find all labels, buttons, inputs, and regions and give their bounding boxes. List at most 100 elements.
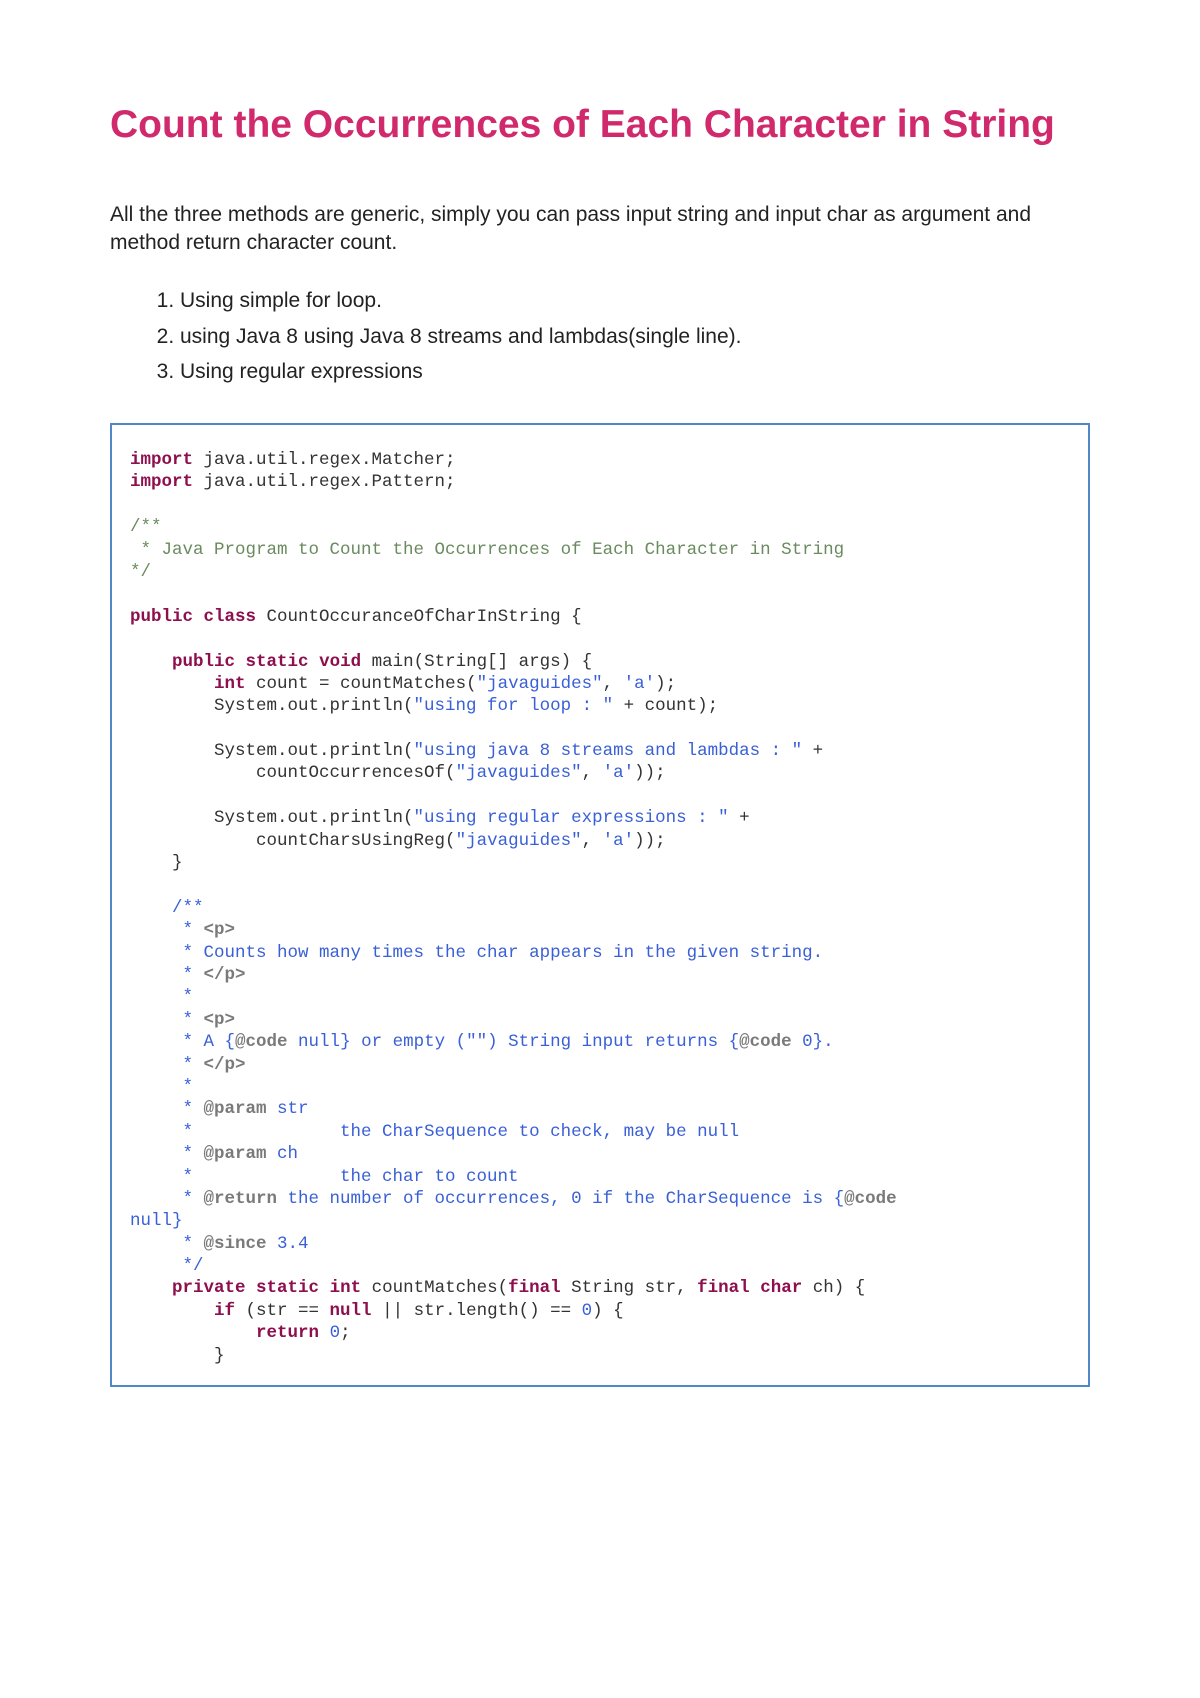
code-text: countOccurrencesOf( [130,763,456,783]
list-item: Using regular expressions [180,356,1090,389]
code-keyword: int [330,1278,362,1298]
code-keyword: import [130,450,193,470]
code-text: , [582,763,603,783]
code-javadoc: the number of occurrences, 0 if the Char… [277,1189,844,1209]
code-comment: /** [130,517,162,537]
code-keyword: static [256,1278,319,1298]
code-annotation: @param [204,1099,267,1119]
code-text: || str.length() == [372,1301,582,1321]
code-javadoc: * [130,920,204,940]
code-keyword: void [319,652,361,672]
code-javadoc: * [130,1099,204,1119]
code-javadoc: * the char to count [130,1167,519,1187]
code-text: , [603,674,624,694]
code-type: String [424,652,487,672]
code-text: ; [340,1323,351,1343]
code-text: )); [634,831,666,851]
code-string: "javaguides" [477,674,603,694]
code-annotation: @code [235,1032,288,1052]
code-javadoc: str [267,1099,309,1119]
code-string: "javaguides" [456,763,582,783]
code-javadoc: null [288,1032,341,1052]
code-javadoc: * [130,1077,193,1097]
code-keyword: char [750,1278,803,1298]
code-annotation: @return [204,1189,278,1209]
code-javadoc: * [130,1144,204,1164]
code-keyword: int [214,674,246,694]
code-text: String [561,1278,635,1298]
code-text: } [130,1346,225,1366]
code-keyword: class [204,607,257,627]
code-text: )); [634,763,666,783]
code-string: "using regular expressions : " [414,808,729,828]
code-text: System.out.println( [130,808,414,828]
code-block: import java.util.regex.Matcher; import j… [110,423,1090,1387]
code-javadoc: * [130,987,193,1007]
code-string: "using java 8 streams and lambdas : " [414,741,803,761]
code-javadoc: null} [130,1211,183,1231]
page-title: Count the Occurrences of Each Character … [110,100,1090,151]
code-keyword: import [130,472,193,492]
code-comment: */ [130,562,151,582]
code-text: ); [655,674,676,694]
code-text: + [729,808,750,828]
code-keyword: return [256,1323,319,1343]
code-string: "javaguides" [456,831,582,851]
code-tag: <p> [204,920,236,940]
code-annotation: @param [204,1144,267,1164]
document-page: Count the Occurrences of Each Character … [0,0,1200,1698]
code-keyword: if [214,1301,235,1321]
code-javadoc: * [130,1010,204,1030]
code-comment: * Java Program to Count the Occurrences … [130,540,844,560]
code-literal: 0 [582,1301,593,1321]
code-text: } [130,853,183,873]
code-text: CountOccuranceOfCharInString { [256,607,582,627]
code-keyword: public [130,607,193,627]
code-text: countCharsUsingReg( [130,831,456,851]
code-tag: <p> [204,1010,236,1030]
code-annotation: @since [204,1234,267,1254]
code-javadoc: * [130,1189,204,1209]
code-javadoc: /** [130,898,204,918]
code-javadoc: * A { [130,1032,235,1052]
code-javadoc: ch [267,1144,299,1164]
code-text: countMatches( [361,1278,508,1298]
code-keyword: public [172,652,235,672]
code-string: "using for loop : " [414,696,614,716]
code-text [319,1323,330,1343]
code-text: ch) { [802,1278,865,1298]
code-javadoc: * [130,1055,204,1075]
code-literal: 0 [330,1323,341,1343]
intro-paragraph: All the three methods are generic, simpl… [110,201,1090,258]
code-javadoc: * the CharSequence to check, may be null [130,1122,739,1142]
code-text: str, [634,1278,697,1298]
code-keyword: null [330,1301,372,1321]
code-javadoc: * Counts how many times the char appears… [130,943,823,963]
code-javadoc: 0 [792,1032,813,1052]
code-keyword: final [697,1278,750,1298]
code-javadoc: 3.4 [267,1234,309,1254]
code-text: java.util.regex.Matcher; [193,450,456,470]
code-keyword: final [508,1278,561,1298]
code-javadoc: */ [130,1256,204,1276]
code-text: [] args) { [487,652,592,672]
code-text: + count); [613,696,718,716]
code-tag: </p> [204,1055,246,1075]
code-annotation: @code [844,1189,897,1209]
code-text: main( [361,652,424,672]
code-text: count = countMatches( [246,674,477,694]
code-text: (str == [235,1301,330,1321]
code-javadoc: } or empty ("") String input returns { [340,1032,739,1052]
code-javadoc: * [130,965,204,985]
code-text: System.out.println( [130,696,414,716]
code-text: , [582,831,603,851]
list-item: Using simple for loop. [180,285,1090,318]
code-keyword: static [246,652,309,672]
code-keyword: private [172,1278,246,1298]
code-annotation: @code [739,1032,792,1052]
code-string: 'a' [624,674,656,694]
code-text: System.out.println( [130,741,414,761]
code-string: 'a' [603,831,635,851]
code-javadoc: }. [813,1032,834,1052]
code-text: + [802,741,823,761]
